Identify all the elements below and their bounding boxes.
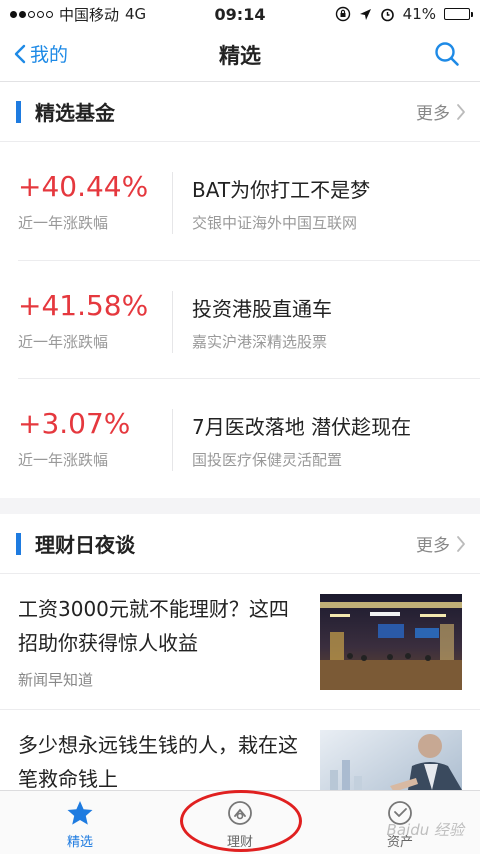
talk-section-header: 理财日夜谈 更多 bbox=[0, 514, 480, 574]
back-button[interactable]: 我的 bbox=[14, 40, 68, 67]
battery-percent: 41% bbox=[402, 5, 436, 23]
back-label: 我的 bbox=[30, 44, 69, 66]
search-button[interactable] bbox=[434, 41, 460, 71]
article-source: 新闻早知道 bbox=[18, 671, 94, 689]
status-right: 41% bbox=[335, 5, 473, 23]
fund-return: +41.58% bbox=[18, 289, 149, 322]
tab-label: 精选 bbox=[66, 835, 93, 850]
more-label: 更多 bbox=[416, 104, 450, 124]
article-thumbnail-airport bbox=[320, 594, 462, 690]
tab-wealth[interactable]: 理财 bbox=[160, 791, 320, 854]
article-title: 多少想永远钱生钱的人，栽在这笔救命钱上 bbox=[18, 733, 298, 791]
chevron-right-icon bbox=[457, 535, 465, 552]
fund-return-label: 近一年涨跌幅 bbox=[18, 333, 109, 351]
fund-name: 7月医改落地 潜伏趁现在 bbox=[192, 415, 412, 439]
fund-item[interactable]: +41.58% 近一年涨跌幅 投资港股直通车 嘉实沪港深精选股票 bbox=[18, 260, 480, 378]
carrier-name: 中国移动 bbox=[59, 5, 120, 24]
fund-description: 交银中证海外中国互联网 bbox=[192, 214, 358, 232]
fund-return-label: 近一年涨跌幅 bbox=[18, 214, 109, 232]
page-title: 精选 bbox=[219, 43, 261, 68]
fund-name: 投资港股直通车 bbox=[192, 297, 332, 321]
section-accent-bar bbox=[16, 532, 21, 555]
fund-divider bbox=[172, 409, 173, 471]
article-item[interactable]: 工资3000元就不能理财？这四招助你获得惊人收益 新闻早知道 bbox=[0, 574, 480, 710]
fund-name: BAT为你打工不是梦 bbox=[192, 178, 371, 202]
section-title: 理财日夜谈 bbox=[35, 533, 135, 557]
tab-featured[interactable]: 精选 bbox=[0, 791, 160, 854]
signal-icon bbox=[10, 10, 53, 18]
talk-section: 理财日夜谈 更多 工资3000元就不能理财？这四招助你获得惊人收益 新闻早知道 bbox=[0, 514, 480, 826]
chevron-left-icon bbox=[14, 44, 26, 63]
alarm-icon bbox=[380, 8, 394, 21]
more-label: 更多 bbox=[416, 536, 450, 556]
star-icon bbox=[67, 801, 93, 825]
search-icon bbox=[435, 42, 459, 66]
talk-more-link[interactable]: 更多 bbox=[416, 531, 466, 556]
fund-item[interactable]: +3.07% 近一年涨跌幅 7月医改落地 潜伏趁现在 国投医疗保健灵活配置 bbox=[18, 378, 480, 496]
tab-label: 理财 bbox=[226, 835, 253, 850]
network-type: 4G bbox=[125, 5, 147, 23]
section-title: 精选基金 bbox=[35, 101, 115, 125]
fund-return: +3.07% bbox=[18, 407, 131, 440]
fund-description: 嘉实沪港深精选股票 bbox=[192, 333, 328, 351]
wealth-icon bbox=[228, 801, 252, 825]
chevron-right-icon bbox=[457, 103, 465, 120]
status-left: 中国移动 4G bbox=[10, 4, 146, 25]
funds-more-link[interactable]: 更多 bbox=[416, 99, 466, 124]
nav-bar: 我的 精选 bbox=[0, 28, 480, 82]
fund-item[interactable]: +40.44% 近一年涨跌幅 BAT为你打工不是梦 交银中证海外中国互联网 bbox=[0, 142, 480, 260]
funds-section-header: 精选基金 更多 bbox=[0, 82, 480, 142]
article-title: 工资3000元就不能理财？这四招助你获得惊人收益 bbox=[18, 597, 289, 655]
rotation-lock-icon bbox=[335, 6, 350, 22]
fund-return-label: 近一年涨跌幅 bbox=[18, 451, 109, 469]
fund-divider bbox=[172, 172, 173, 234]
fund-return: +40.44% bbox=[18, 170, 149, 203]
status-bar: 中国移动 4G 09:14 41% bbox=[0, 0, 480, 28]
funds-section: 精选基金 更多 +40.44% 近一年涨跌幅 BAT为你打工不是梦 交银中证海外… bbox=[0, 82, 480, 498]
fund-description: 国投医疗保健灵活配置 bbox=[192, 451, 343, 469]
battery-icon bbox=[444, 8, 473, 20]
location-icon bbox=[359, 8, 371, 20]
watermark: Baidu 经验 bbox=[386, 821, 464, 839]
section-accent-bar bbox=[16, 100, 21, 123]
fund-divider bbox=[172, 291, 173, 353]
